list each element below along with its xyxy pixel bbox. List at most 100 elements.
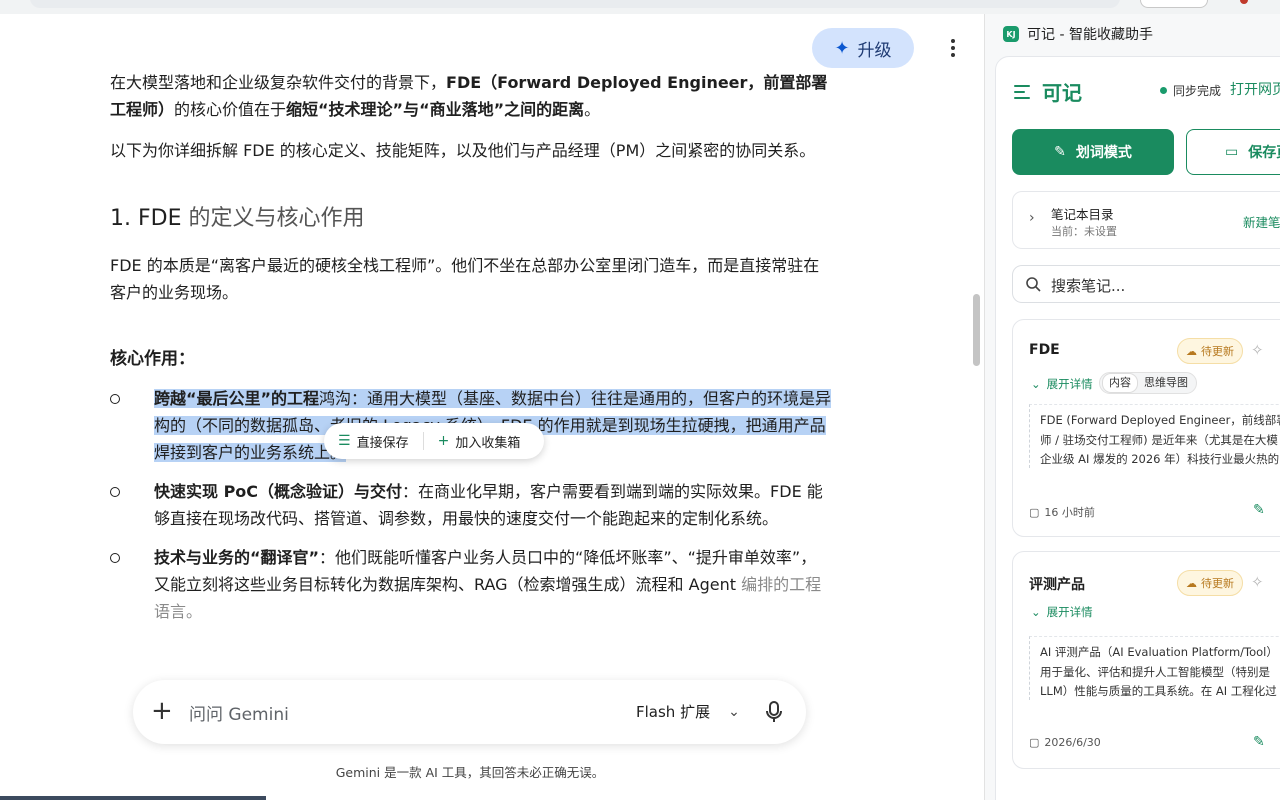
edit-icon[interactable]: ✎ <box>1253 502 1265 518</box>
disclaimer-text: Gemini 是一款 AI 工具，其回答未必正确无误。 <box>335 765 605 780</box>
new-notebook-button[interactable]: 新建笔记 <box>1243 212 1280 231</box>
direct-save-button[interactable]: ☰ 直接保存 <box>324 423 423 459</box>
bold-term: 缩短“技术理论”与“商业落地”之间的距离 <box>286 100 585 119</box>
search-placeholder: 搜索笔记... <box>1051 277 1126 295</box>
side-panel: KJ 可记 - 智能收藏助手 可记 同步完成 打开网页 ✎ 划词模式 ▭ 保存页… <box>984 14 1280 800</box>
note-title: 评测产品 <box>1029 577 1085 593</box>
sparkle-icon: ✦ <box>834 37 850 58</box>
pending-update-badge: ☁ 待更新 <box>1177 338 1243 364</box>
cloud-icon: ☁ <box>1186 576 1197 590</box>
calendar-icon: ▢ <box>1029 505 1040 519</box>
text-run: 的核心价值在于 <box>174 100 287 119</box>
add-attachment-icon[interactable]: + <box>151 696 173 726</box>
save-page-button[interactable]: ▭ 保存页 <box>1186 129 1280 175</box>
brand-name: 可记 <box>1042 81 1082 105</box>
selection-toolbar: ☰ 直接保存 + 加入收集箱 <box>324 423 544 459</box>
excerpt-line: LLM）性能与质量的工具系统。在 AI 工程化过 <box>1040 684 1277 698</box>
pending-update-badge: ☁ 待更新 <box>1177 570 1243 596</box>
open-web-link[interactable]: 打开网页 <box>1230 79 1280 99</box>
excerpt-line: 师 / 驻场交付工程师) 是近年来（尤其是在大模 <box>1040 432 1278 447</box>
bullet-circle <box>110 487 120 497</box>
highlight-mode-label: 划词模式 <box>1075 145 1132 161</box>
expand-label: 展开详情 <box>1046 377 1093 391</box>
model-selector[interactable]: Flash 扩展 ⌄ <box>636 701 740 722</box>
overview-paragraph: 以下为你详细拆解 FDE 的核心定义、技能矩阵，以及他们与产品经理（PM）之间紧… <box>110 141 816 160</box>
note-title: FDE <box>1029 342 1060 358</box>
date-text: 16 小时前 <box>1044 506 1095 519</box>
extension-icon[interactable] <box>1240 0 1248 4</box>
taskbar-edge <box>0 796 266 800</box>
side-panel-title: 可记 - 智能收藏助手 <box>1027 27 1153 43</box>
profile-pill[interactable] <box>1140 0 1208 8</box>
sync-status-text: 同步完成 <box>1173 84 1222 98</box>
search-icon <box>1026 277 1041 292</box>
brand-row: 可记 <box>1014 77 1082 106</box>
bold-term: 跨越“最后公里”的工程 <box>154 389 320 408</box>
excerpt-line: 企业级 AI 爆发的 2026 年）科技行业最火热的 <box>1040 452 1280 466</box>
kj-app-panel: 可记 同步完成 打开网页 ✎ 划词模式 ▭ 保存页 › 笔记本目录 当前：未设置… <box>995 56 1280 800</box>
chevron-down-icon: ⌄ <box>1031 377 1041 391</box>
list-icon: ☰ <box>338 433 351 449</box>
heading-number: 1. FDE <box>110 206 189 231</box>
expand-details-toggle[interactable]: ⌄ 展开详情 <box>1031 604 1093 620</box>
microphone-icon[interactable] <box>763 700 785 724</box>
prompt-input-box[interactable]: + 问问 Gemini Flash 扩展 ⌄ <box>133 680 806 744</box>
badge-text: 待更新 <box>1201 577 1234 590</box>
note-search-input[interactable]: 搜索笔记... <box>1012 265 1280 303</box>
bullet-circle <box>110 394 120 404</box>
add-to-inbox-label: 加入收集箱 <box>455 435 521 451</box>
menu-icon[interactable] <box>1014 84 1030 99</box>
address-bar-edge[interactable] <box>30 0 1120 8</box>
sync-dot-icon <box>1160 87 1167 94</box>
side-panel-header: KJ 可记 - 智能收藏助手 <box>1003 24 1153 44</box>
prompt-placeholder[interactable]: 问问 Gemini <box>189 700 289 725</box>
excerpt-line: 用于量化、评估和提升人工智能模型（特别是 <box>1040 664 1270 679</box>
upgrade-button[interactable]: ✦ 升级 <box>812 28 914 68</box>
bold-term: 技术与业务的“翻译官” <box>154 548 320 567</box>
magic-wand-icon: ✎ <box>1054 144 1066 160</box>
text-run: 。 <box>584 100 601 119</box>
tab-mindmap[interactable]: 思维导图 <box>1138 374 1194 392</box>
notebook-directory[interactable]: › 笔记本目录 当前：未设置 新建笔记 <box>1012 191 1280 249</box>
model-label: Flash 扩展 <box>636 703 711 721</box>
cloud-icon: ☁ <box>1186 344 1197 358</box>
chat-main: ✦ 升级 在大模型落地和企业级复杂软件交付的背景下，FDE（Forward De… <box>0 14 984 800</box>
ai-sparkle-icon[interactable]: ✧ <box>1251 573 1264 591</box>
chevron-down-icon: ⌄ <box>1031 605 1041 619</box>
view-tabs: 内容 思维导图 <box>1099 372 1197 394</box>
note-card[interactable]: FDE ☁ 待更新 ✧ ⌄ 展开详情 内容 思维导图 FDE (Forward De… <box>1012 319 1280 537</box>
app-logo-icon: KJ <box>1003 26 1019 42</box>
section-heading: 1. FDE 的定义与核心作用 <box>110 204 832 234</box>
notebook-title: 笔记本目录 <box>1051 207 1114 222</box>
core-roles-list: 跨越“最后公里”的工程鸿沟：通用大模型（基座、数据中台）往往是通用的，但客户的环… <box>110 385 832 625</box>
heading-text: 的定义与核心作用 <box>188 206 365 231</box>
direct-save-label: 直接保存 <box>356 435 409 451</box>
bold-term: 快速实现 PoC（概念验证）与交付 <box>154 482 403 501</box>
list-item: 快速实现 PoC（概念验证）与交付：在商业化早期，客户需要看到端到端的实际效果。… <box>110 478 832 532</box>
sync-status: 同步完成 <box>1160 82 1221 99</box>
definition-paragraph: FDE 的本质是“离客户最近的硬核全栈工程师”。他们不坐在总部办公室里闭门造车，… <box>110 256 820 302</box>
highlight-mode-button[interactable]: ✎ 划词模式 <box>1012 129 1174 175</box>
date-text: 2026/6/30 <box>1044 736 1101 749</box>
more-options-icon[interactable] <box>942 36 964 60</box>
intro-paragraph: 在大模型落地和企业级复杂软件交付的背景下，FDE（Forward Deploye… <box>110 69 832 123</box>
plus-icon: + <box>437 433 450 449</box>
chevron-right-icon: › <box>1029 210 1035 226</box>
chevron-down-icon: ⌄ <box>728 703 740 720</box>
expand-label: 展开详情 <box>1046 605 1093 619</box>
text-run: 在大模型落地和企业级复杂软件交付的背景下， <box>110 73 447 92</box>
list-item: 技术与业务的“翻译官”：他们既能听懂客户业务人员口中的“降低坏账率”、“提升审单… <box>110 544 832 625</box>
expand-details-toggle[interactable]: ⌄ 展开详情 <box>1031 376 1093 392</box>
excerpt-line: FDE (Forward Deployed Engineer，前线部署 <box>1040 413 1280 427</box>
tab-content[interactable]: 内容 <box>1102 373 1138 393</box>
note-excerpt: AI 评测产品（AI Evaluation Platform/Tool） 用于量… <box>1029 636 1280 700</box>
add-to-inbox-button[interactable]: + 加入收集箱 <box>424 423 535 459</box>
notebook-current: 当前：未设置 <box>1051 225 1117 238</box>
upgrade-label: 升级 <box>857 40 892 60</box>
note-card[interactable]: 评测产品 ☁ 待更新 ✧ ⌄ 展开详情 AI 评测产品（AI Evaluation … <box>1012 551 1280 769</box>
edit-icon[interactable]: ✎ <box>1253 734 1265 750</box>
excerpt-line: AI 评测产品（AI Evaluation Platform/Tool） <box>1040 645 1278 659</box>
scrollbar-thumb[interactable] <box>973 294 980 366</box>
save-page-label: 保存页 <box>1248 145 1280 161</box>
ai-sparkle-icon[interactable]: ✧ <box>1251 341 1264 359</box>
